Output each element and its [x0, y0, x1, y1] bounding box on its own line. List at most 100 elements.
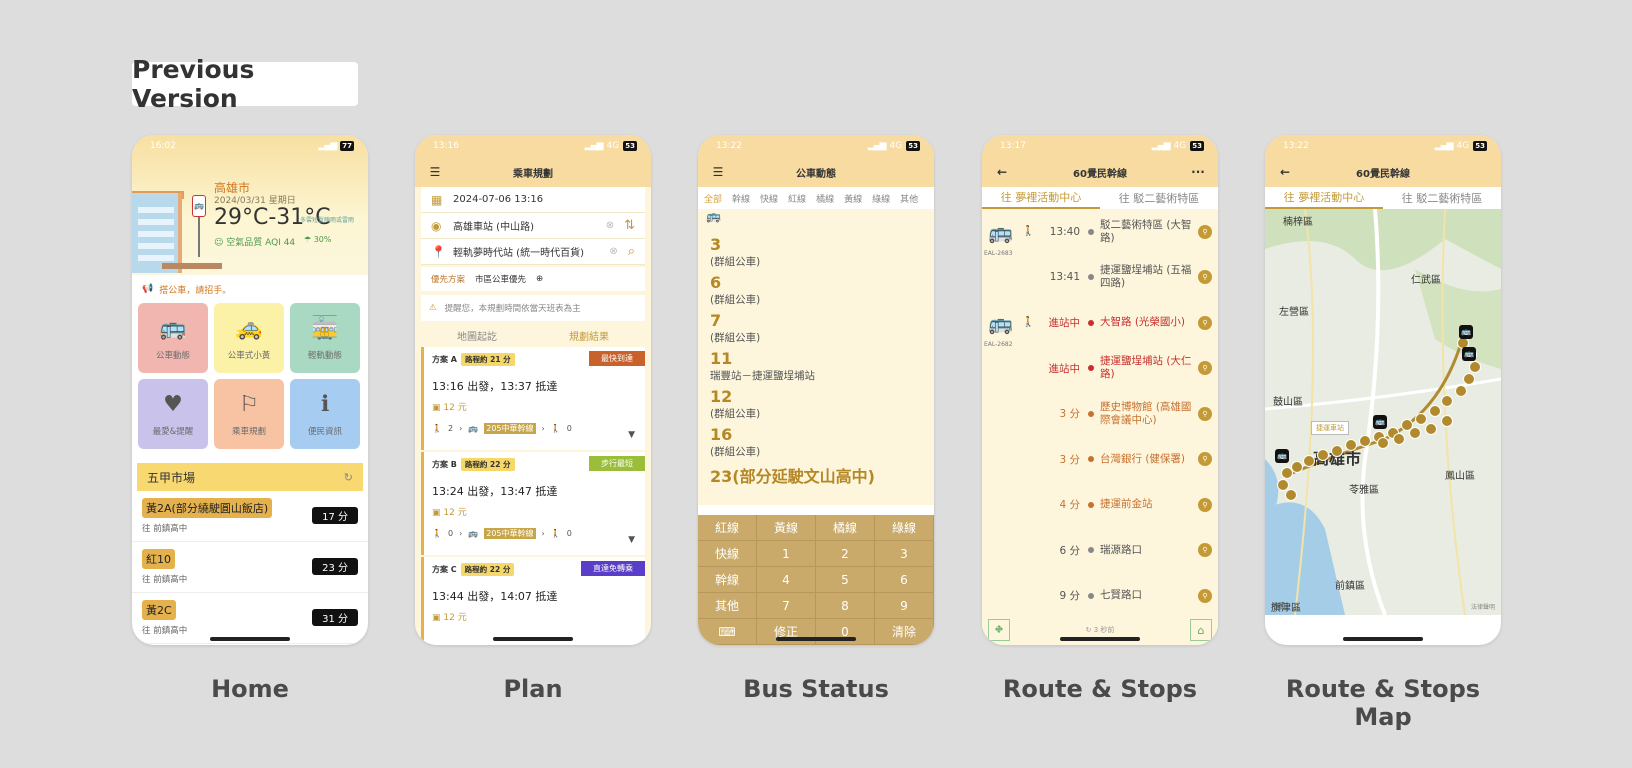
- expand-icon[interactable]: ▼: [628, 535, 635, 545]
- route-number[interactable]: 7: [710, 311, 922, 330]
- tab-map[interactable]: 地圖起訖: [421, 323, 533, 347]
- map-toggle-icon[interactable]: ⛖: [988, 619, 1010, 641]
- map-stop-marker[interactable]: [1359, 435, 1371, 447]
- clear-destination-icon[interactable]: ⊗: [609, 246, 617, 257]
- stop-row[interactable]: 🚌 EAL-2683 🚶 13:40 駁二藝術特區 (大智路) ⚲: [982, 209, 1218, 257]
- keypad-key[interactable]: 6: [875, 567, 934, 593]
- datetime-field[interactable]: ▦ 2024-07-06 13:16: [421, 187, 645, 213]
- stop-row[interactable]: 9 分 七賢路口 ⚲: [982, 573, 1218, 619]
- bike-share-icon[interactable]: ⚲: [1198, 361, 1212, 376]
- map-stop-marker[interactable]: [1303, 455, 1315, 467]
- keypad-key[interactable]: 修正: [757, 619, 816, 645]
- plan-card[interactable]: 方案 A 路程約 21 分 最快到達 13:16 出發，13:37 抵達 ▣ 12 元 🚶…: [421, 347, 645, 450]
- filter-tab[interactable]: 黃線: [844, 192, 862, 205]
- menu-icon[interactable]: ☰: [427, 165, 443, 179]
- route-number[interactable]: 6: [710, 273, 922, 292]
- feature-tile[interactable]: 🚕 公車式小黃: [214, 303, 284, 373]
- keypad-key[interactable]: 7: [757, 593, 816, 619]
- feature-tile[interactable]: ⚐ 乘車規劃: [214, 379, 284, 449]
- map-stop-marker[interactable]: [1409, 427, 1421, 439]
- map-stop-marker[interactable]: [1441, 415, 1453, 427]
- home-indicator[interactable]: [1060, 637, 1140, 641]
- route-number[interactable]: 23(部分延駛文山高中): [710, 463, 922, 487]
- home-indicator[interactable]: [493, 637, 573, 641]
- home-icon[interactable]: ⌂: [1190, 619, 1212, 641]
- keypad-key[interactable]: 5: [816, 567, 875, 593]
- feature-tile[interactable]: 🚌 公車動態: [138, 303, 208, 373]
- dropdown-icon[interactable]: ⊕: [536, 274, 543, 284]
- map-stop-marker[interactable]: [1285, 489, 1297, 501]
- map-stop-marker[interactable]: [1441, 395, 1453, 407]
- bike-share-icon[interactable]: ⚲: [1198, 497, 1212, 512]
- back-icon[interactable]: ←: [1277, 165, 1293, 179]
- announcement-ticker[interactable]: 📢 搭公車，請招手。: [132, 275, 368, 303]
- map-stop-marker[interactable]: [1331, 445, 1343, 457]
- keypad-key[interactable]: 9: [875, 593, 934, 619]
- map-stop-marker[interactable]: [1429, 405, 1441, 417]
- stop-row[interactable]: 3 分 台灣銀行 (健保署) ⚲: [982, 437, 1218, 483]
- map-stop-marker[interactable]: [1455, 385, 1467, 397]
- map-stop-marker[interactable]: [1463, 373, 1475, 385]
- tab-results[interactable]: 規劃結果: [533, 323, 645, 347]
- search-icon[interactable]: ⌕: [628, 244, 635, 259]
- home-indicator[interactable]: [1343, 637, 1423, 641]
- tab-direction-b[interactable]: 往 駁二藝術特區: [1383, 187, 1501, 209]
- feature-tile[interactable]: 🚋 輕軌動態: [290, 303, 360, 373]
- stop-row[interactable]: 3 分 歷史博物館 (高雄國際會議中心) ⚲: [982, 391, 1218, 437]
- filter-tab[interactable]: 綠線: [872, 192, 890, 205]
- keypad-key[interactable]: 4: [757, 567, 816, 593]
- stop-row[interactable]: 🚌 EAL-2682 🚶 進站中 大智路 (光榮國小) ⚲: [982, 300, 1218, 348]
- tab-direction-b[interactable]: 往 駁二藝術特區: [1100, 187, 1218, 209]
- bus-marker-icon[interactable]: 🚌: [1373, 415, 1387, 429]
- keypad-key[interactable]: 2: [816, 541, 875, 567]
- bus-marker-icon[interactable]: 🚌: [1459, 325, 1473, 339]
- home-indicator[interactable]: [776, 637, 856, 641]
- clear-origin-icon[interactable]: ⊗: [606, 220, 614, 231]
- home-indicator[interactable]: [210, 637, 290, 641]
- keypad-key[interactable]: 橘線: [816, 515, 875, 541]
- keypad-key[interactable]: ⌨: [698, 619, 757, 645]
- stop-row[interactable]: 6 分 瑞源路口 ⚲: [982, 528, 1218, 574]
- route-number[interactable]: 11: [710, 349, 922, 368]
- map-stop-marker[interactable]: [1281, 467, 1293, 479]
- back-icon[interactable]: ←: [994, 165, 1010, 179]
- arrival-row[interactable]: 紅10 往 前鎮高中 23 分: [132, 542, 368, 593]
- map-stop-marker[interactable]: [1415, 413, 1427, 425]
- filter-tab[interactable]: 幹線: [732, 192, 750, 205]
- keypad-key[interactable]: 快線: [698, 541, 757, 567]
- swap-icon[interactable]: ⇅: [624, 218, 635, 233]
- plan-card[interactable]: 方案 C 路程約 22 分 直達免轉乘 13:44 出發，14:07 抵達 ▣ 12 元: [421, 557, 645, 645]
- plan-card[interactable]: 方案 B 路程約 22 分 步行最短 13:24 出發，13:47 抵達 ▣ 12 元 🚶…: [421, 452, 645, 555]
- arrival-row[interactable]: 黃2A(部分繞駛圓山飯店) 往 前鎮高中 17 分: [132, 491, 368, 542]
- expand-icon[interactable]: ▼: [628, 430, 635, 440]
- filter-tab[interactable]: 全部: [704, 192, 722, 205]
- keypad-key[interactable]: 8: [816, 593, 875, 619]
- route-number[interactable]: 12: [710, 387, 922, 406]
- keypad-key[interactable]: 幹線: [698, 567, 757, 593]
- bike-share-icon[interactable]: ⚲: [1198, 270, 1212, 285]
- more-icon[interactable]: ···: [1190, 165, 1206, 179]
- filter-tab[interactable]: 紅線: [788, 192, 806, 205]
- keypad-key[interactable]: 1: [757, 541, 816, 567]
- stop-row[interactable]: 13:41 捷運鹽埕埔站 (五福四路) ⚲: [982, 255, 1218, 301]
- bike-share-icon[interactable]: ⚲: [1198, 406, 1212, 421]
- map-stop-marker[interactable]: [1469, 361, 1481, 373]
- feature-tile[interactable]: ♥ 最愛&提醒: [138, 379, 208, 449]
- route-number[interactable]: 16: [710, 425, 922, 444]
- route-map[interactable]: 楠梓區 仁武區 左營區 鼓山區 高雄市 鳳山區 苓雅區 旗津區 前鎮區 🚌 🚌 🚌 🚌 捷運車站…: [1265, 209, 1501, 615]
- bus-marker-icon[interactable]: 🚌: [1462, 347, 1476, 361]
- keypad-key[interactable]: 綠線: [875, 515, 934, 541]
- bike-share-icon[interactable]: ⚲: [1198, 543, 1212, 558]
- stop-row[interactable]: 進站中 捷運鹽埕埔站 (大仁路) ⚲: [982, 346, 1218, 392]
- destination-field[interactable]: 📍 輕軌夢時代站 (統一時代百貨) ⊗ ⌕: [421, 239, 645, 265]
- bus-marker-icon[interactable]: 🚌: [1275, 449, 1289, 463]
- bike-share-icon[interactable]: ⚲: [1198, 452, 1212, 467]
- filter-tab[interactable]: 快線: [760, 192, 778, 205]
- route-number[interactable]: 3: [710, 235, 922, 254]
- bike-share-icon[interactable]: ⚲: [1198, 588, 1212, 603]
- keypad-key[interactable]: 其他: [698, 593, 757, 619]
- keypad-key[interactable]: 0: [816, 619, 875, 645]
- bike-share-icon[interactable]: ⚲: [1198, 224, 1212, 239]
- keypad-key[interactable]: 黃線: [757, 515, 816, 541]
- keypad-key[interactable]: 3: [875, 541, 934, 567]
